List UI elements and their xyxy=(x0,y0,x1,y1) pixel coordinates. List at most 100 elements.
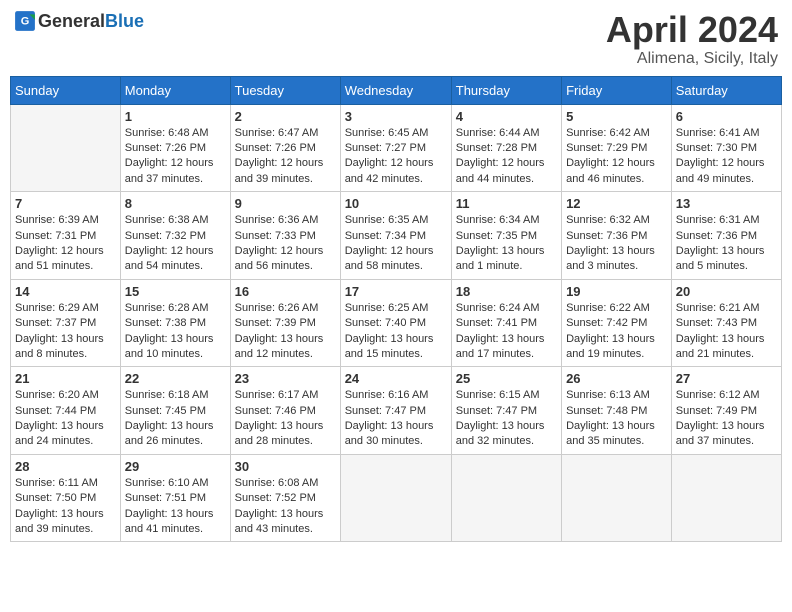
day-number: 26 xyxy=(566,371,667,386)
calendar-cell xyxy=(451,454,561,542)
day-info: Sunrise: 6:42 AMSunset: 7:29 PMDaylight:… xyxy=(566,126,667,188)
day-info: Sunrise: 6:15 AMSunset: 7:47 PMDaylight:… xyxy=(456,388,557,450)
calendar-cell: 20 Sunrise: 6:21 AMSunset: 7:43 PMDayligh… xyxy=(671,279,781,367)
calendar-cell: 24 Sunrise: 6:16 AMSunset: 7:47 PMDayligh… xyxy=(340,367,451,455)
day-number: 5 xyxy=(566,109,667,124)
day-number: 2 xyxy=(235,109,336,124)
logo-icon: G xyxy=(14,10,36,32)
calendar-cell: 11Sunrise: 6:34 AMSunset: 7:35 PMDayligh… xyxy=(451,192,561,280)
calendar-cell: 19Sunrise: 6:22 AMSunset: 7:42 PMDayligh… xyxy=(562,279,672,367)
day-number: 28 xyxy=(15,459,116,474)
day-info: Sunrise: 6:29 AMSunset: 7:37 PMDaylight:… xyxy=(15,301,116,363)
header-day-tuesday: Tuesday xyxy=(230,76,340,104)
header-day-friday: Friday xyxy=(562,76,672,104)
day-info: Sunrise: 6:21 AMSunset: 7:43 PMDaylight:… xyxy=(676,301,777,363)
day-number: 18 xyxy=(456,284,557,299)
day-info: Sunrise: 6:28 AMSunset: 7:38 PMDaylight:… xyxy=(125,301,226,363)
calendar-week-row: 28 Sunrise: 6:11 AMSunset: 7:50 PMDayligh… xyxy=(11,454,782,542)
calendar-week-row: 1 Sunrise: 6:48 AMSunset: 7:26 PMDaylight… xyxy=(11,104,782,192)
day-number: 1 xyxy=(125,109,226,124)
calendar-header-row: SundayMondayTuesdayWednesdayThursdayFrid… xyxy=(11,76,782,104)
calendar-table: SundayMondayTuesdayWednesdayThursdayFrid… xyxy=(10,76,782,543)
calendar-cell xyxy=(11,104,121,192)
logo-general-text: General xyxy=(38,11,105,32)
calendar-cell: 28 Sunrise: 6:11 AMSunset: 7:50 PMDayligh… xyxy=(11,454,121,542)
calendar-cell: 18 Sunrise: 6:24 AMSunset: 7:41 PMDayligh… xyxy=(451,279,561,367)
header-day-saturday: Saturday xyxy=(671,76,781,104)
calendar-cell: 14 Sunrise: 6:29 AMSunset: 7:37 PMDayligh… xyxy=(11,279,121,367)
day-number: 29 xyxy=(125,459,226,474)
day-number: 20 xyxy=(676,284,777,299)
day-info: Sunrise: 6:47 AMSunset: 7:26 PMDaylight:… xyxy=(235,126,336,188)
day-number: 9 xyxy=(235,196,336,211)
day-info: Sunrise: 6:38 AMSunset: 7:32 PMDaylight:… xyxy=(125,213,226,275)
day-number: 25 xyxy=(456,371,557,386)
title-area: April 2024 Alimena, Sicily, Italy xyxy=(606,10,778,68)
day-number: 24 xyxy=(345,371,447,386)
calendar-week-row: 14 Sunrise: 6:29 AMSunset: 7:37 PMDayligh… xyxy=(11,279,782,367)
day-number: 19 xyxy=(566,284,667,299)
header-day-sunday: Sunday xyxy=(11,76,121,104)
calendar-cell: 5 Sunrise: 6:42 AMSunset: 7:29 PMDaylight… xyxy=(562,104,672,192)
month-year-title: April 2024 xyxy=(606,10,778,50)
day-number: 14 xyxy=(15,284,116,299)
day-number: 4 xyxy=(456,109,557,124)
day-info: Sunrise: 6:36 AMSunset: 7:33 PMDaylight:… xyxy=(235,213,336,275)
day-number: 21 xyxy=(15,371,116,386)
calendar-cell: 25 Sunrise: 6:15 AMSunset: 7:47 PMDayligh… xyxy=(451,367,561,455)
day-number: 15 xyxy=(125,284,226,299)
day-info: Sunrise: 6:24 AMSunset: 7:41 PMDaylight:… xyxy=(456,301,557,363)
day-number: 7 xyxy=(15,196,116,211)
calendar-cell: 3Sunrise: 6:45 AMSunset: 7:27 PMDaylight… xyxy=(340,104,451,192)
calendar-cell: 10 Sunrise: 6:35 AMSunset: 7:34 PMDayligh… xyxy=(340,192,451,280)
day-number: 8 xyxy=(125,196,226,211)
calendar-week-row: 21 Sunrise: 6:20 AMSunset: 7:44 PMDayligh… xyxy=(11,367,782,455)
day-number: 12 xyxy=(566,196,667,211)
day-info: Sunrise: 6:20 AMSunset: 7:44 PMDaylight:… xyxy=(15,388,116,450)
header-day-wednesday: Wednesday xyxy=(340,76,451,104)
day-number: 10 xyxy=(345,196,447,211)
day-info: Sunrise: 6:16 AMSunset: 7:47 PMDaylight:… xyxy=(345,388,447,450)
day-info: Sunrise: 6:17 AMSunset: 7:46 PMDaylight:… xyxy=(235,388,336,450)
logo: G General Blue xyxy=(14,10,144,32)
day-info: Sunrise: 6:11 AMSunset: 7:50 PMDaylight:… xyxy=(15,476,116,538)
day-info: Sunrise: 6:45 AMSunset: 7:27 PMDaylight:… xyxy=(345,126,447,188)
location-subtitle: Alimena, Sicily, Italy xyxy=(606,50,778,68)
day-info: Sunrise: 6:32 AMSunset: 7:36 PMDaylight:… xyxy=(566,213,667,275)
day-number: 22 xyxy=(125,371,226,386)
day-number: 6 xyxy=(676,109,777,124)
day-info: Sunrise: 6:48 AMSunset: 7:26 PMDaylight:… xyxy=(125,126,226,188)
header-day-thursday: Thursday xyxy=(451,76,561,104)
calendar-cell: 7 Sunrise: 6:39 AMSunset: 7:31 PMDaylight… xyxy=(11,192,121,280)
day-info: Sunrise: 6:18 AMSunset: 7:45 PMDaylight:… xyxy=(125,388,226,450)
calendar-cell: 2 Sunrise: 6:47 AMSunset: 7:26 PMDaylight… xyxy=(230,104,340,192)
calendar-cell: 29 Sunrise: 6:10 AMSunset: 7:51 PMDayligh… xyxy=(120,454,230,542)
day-number: 27 xyxy=(676,371,777,386)
calendar-cell xyxy=(671,454,781,542)
calendar-cell: 27 Sunrise: 6:12 AMSunset: 7:49 PMDayligh… xyxy=(671,367,781,455)
calendar-cell: 21 Sunrise: 6:20 AMSunset: 7:44 PMDayligh… xyxy=(11,367,121,455)
day-info: Sunrise: 6:41 AMSunset: 7:30 PMDaylight:… xyxy=(676,126,777,188)
day-info: Sunrise: 6:08 AMSunset: 7:52 PMDaylight:… xyxy=(235,476,336,538)
calendar-cell: 30Sunrise: 6:08 AMSunset: 7:52 PMDayligh… xyxy=(230,454,340,542)
calendar-cell: 6 Sunrise: 6:41 AMSunset: 7:30 PMDaylight… xyxy=(671,104,781,192)
day-info: Sunrise: 6:31 AMSunset: 7:36 PMDaylight:… xyxy=(676,213,777,275)
day-info: Sunrise: 6:26 AMSunset: 7:39 PMDaylight:… xyxy=(235,301,336,363)
svg-text:G: G xyxy=(21,15,30,27)
calendar-cell: 23Sunrise: 6:17 AMSunset: 7:46 PMDayligh… xyxy=(230,367,340,455)
calendar-cell: 15 Sunrise: 6:28 AMSunset: 7:38 PMDayligh… xyxy=(120,279,230,367)
logo-blue-text: Blue xyxy=(105,11,144,32)
day-info: Sunrise: 6:10 AMSunset: 7:51 PMDaylight:… xyxy=(125,476,226,538)
calendar-cell: 26Sunrise: 6:13 AMSunset: 7:48 PMDayligh… xyxy=(562,367,672,455)
calendar-cell: 4 Sunrise: 6:44 AMSunset: 7:28 PMDaylight… xyxy=(451,104,561,192)
calendar-week-row: 7 Sunrise: 6:39 AMSunset: 7:31 PMDaylight… xyxy=(11,192,782,280)
day-number: 13 xyxy=(676,196,777,211)
day-number: 17 xyxy=(345,284,447,299)
calendar-cell: 1 Sunrise: 6:48 AMSunset: 7:26 PMDaylight… xyxy=(120,104,230,192)
day-info: Sunrise: 6:44 AMSunset: 7:28 PMDaylight:… xyxy=(456,126,557,188)
calendar-cell: 8 Sunrise: 6:38 AMSunset: 7:32 PMDaylight… xyxy=(120,192,230,280)
day-info: Sunrise: 6:12 AMSunset: 7:49 PMDaylight:… xyxy=(676,388,777,450)
day-info: Sunrise: 6:39 AMSunset: 7:31 PMDaylight:… xyxy=(15,213,116,275)
day-info: Sunrise: 6:35 AMSunset: 7:34 PMDaylight:… xyxy=(345,213,447,275)
day-info: Sunrise: 6:34 AMSunset: 7:35 PMDaylight:… xyxy=(456,213,557,275)
